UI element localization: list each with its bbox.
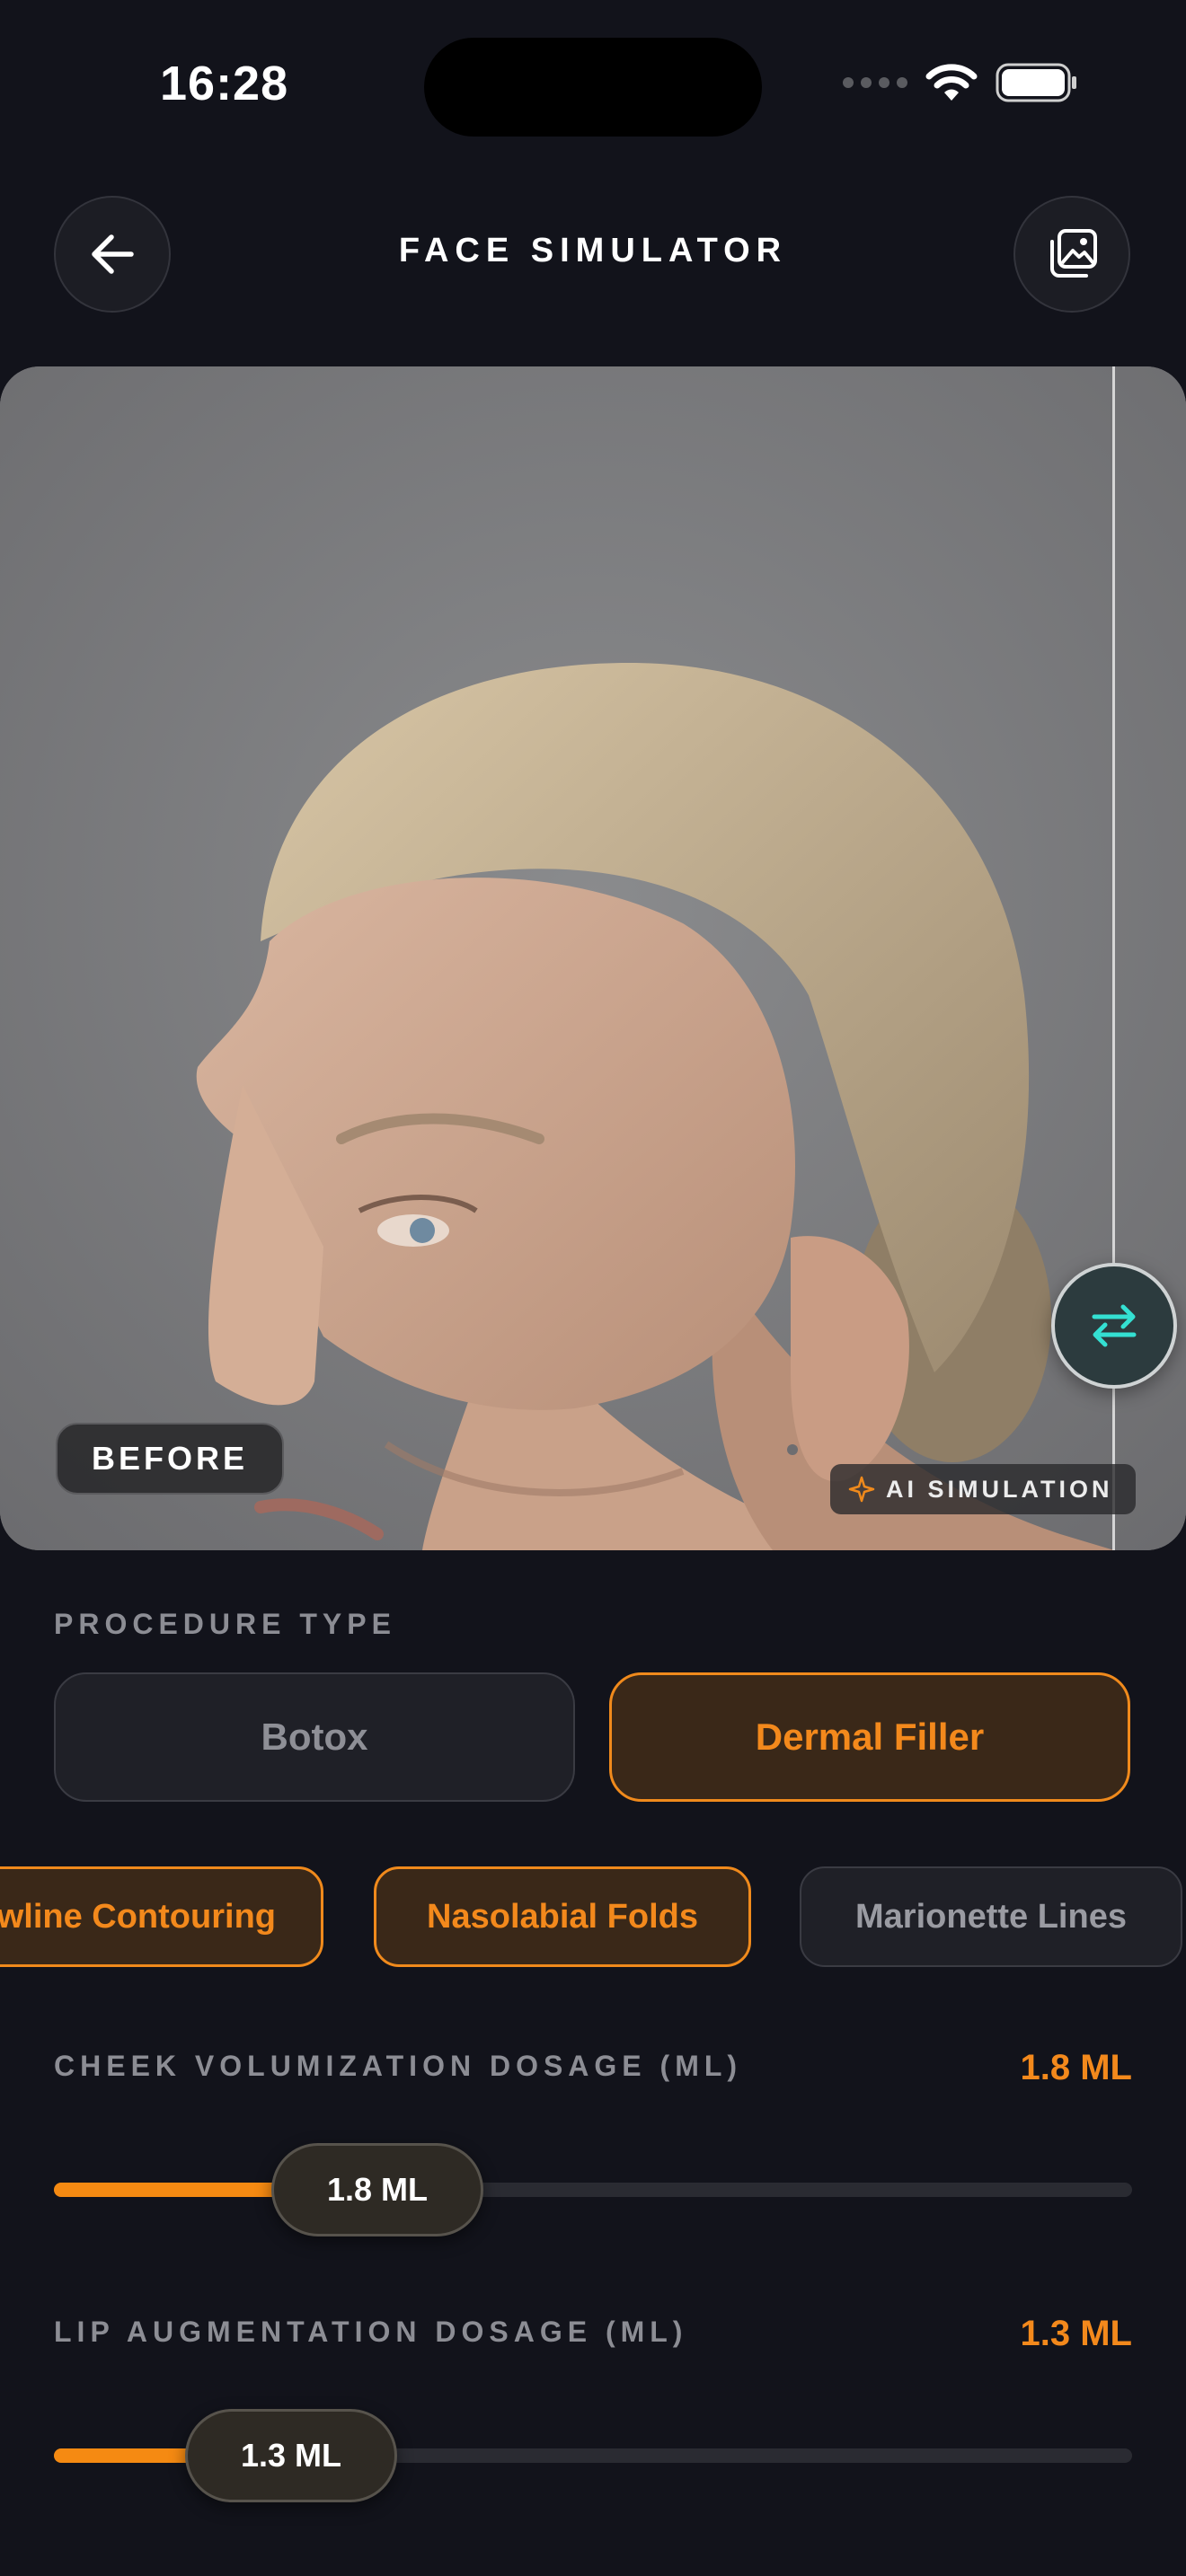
cheek-dosage-value: 1.8 ML [1020, 2048, 1132, 2087]
ai-simulation-label: AI SIMULATION [886, 1475, 1113, 1503]
before-badge: BEFORE [56, 1423, 285, 1495]
gallery-button[interactable] [1013, 196, 1130, 313]
procedure-option-botox[interactable]: Botox [54, 1672, 575, 1802]
cheek-dosage-label: CHEEK VOLUMIZATION DOSAGE (ML) [54, 2050, 743, 2082]
dynamic-island [424, 38, 762, 137]
cheek-dosage-track[interactable] [54, 2183, 1132, 2197]
sparkle-icon [848, 1476, 875, 1503]
battery-icon [996, 63, 1076, 102]
photo-gallery-icon [1050, 229, 1097, 278]
cheek-dosage-thumb[interactable]: 1.8 ML [271, 2143, 483, 2236]
swap-arrows-icon [1092, 1304, 1137, 1347]
status-time: 16:28 [160, 57, 289, 110]
face-photo [0, 366, 1186, 1550]
page-title: FACE SIMULATOR [398, 232, 788, 269]
lip-dosage-thumb[interactable]: 1.3 ML [185, 2409, 397, 2502]
area-chip-nasolabial-folds[interactable]: Nasolabial Folds [374, 1866, 751, 1967]
lip-dosage-value: 1.3 ML [1020, 2314, 1132, 2353]
area-chip-jawline-contouring[interactable]: Jawline Contouring [0, 1866, 323, 1967]
cellular-signal-icon [843, 77, 907, 88]
face-simulator-screen: 16:28 FACE SIMULATOR BEFORE AI SIMULATIO… [0, 0, 1186, 2576]
status-icons [843, 63, 1078, 102]
area-chip-marionette-lines[interactable]: Marionette Lines [800, 1866, 1182, 1967]
procedure-type-label: PROCEDURE TYPE [54, 1608, 396, 1640]
face-photo-comparison[interactable] [0, 366, 1186, 1550]
lip-dosage-label: LIP AUGMENTATION DOSAGE (ML) [54, 2316, 688, 2348]
ai-simulation-badge: AI SIMULATION [830, 1464, 1137, 1514]
wifi-icon [925, 64, 978, 101]
procedure-option-dermal-filler[interactable]: Dermal Filler [609, 1672, 1130, 1802]
compare-slider-handle[interactable] [1051, 1263, 1177, 1389]
